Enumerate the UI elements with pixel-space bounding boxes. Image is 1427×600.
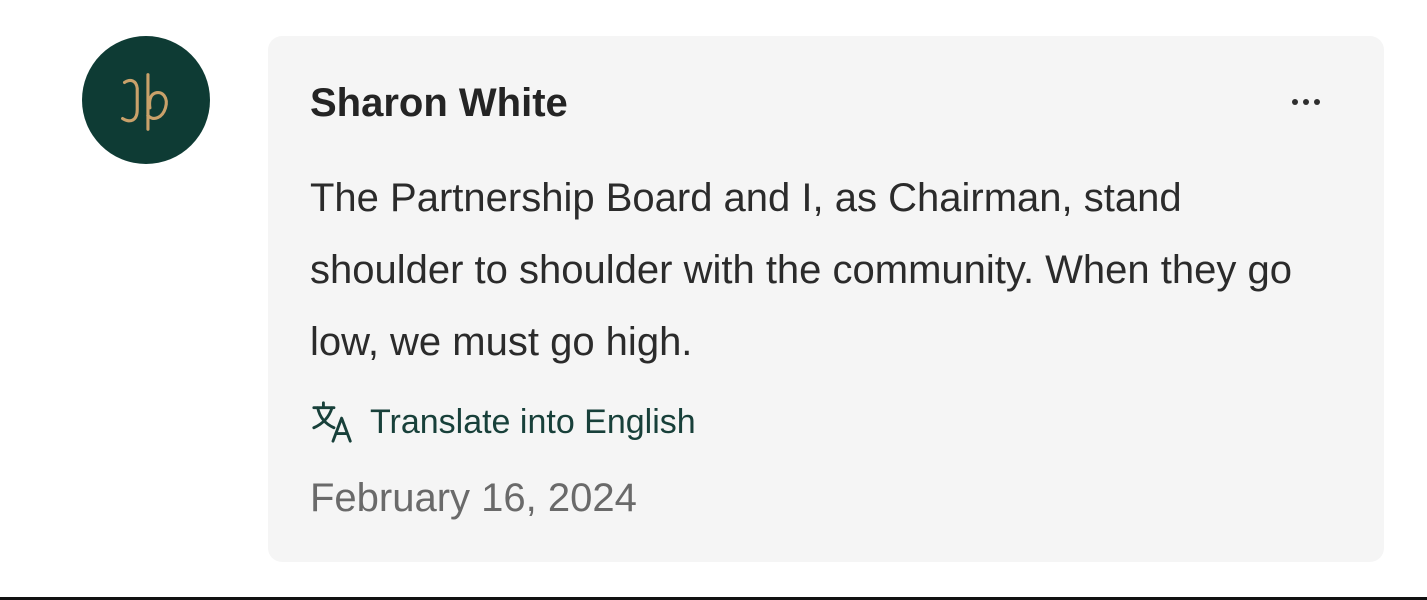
comment-date: February 16, 2024 xyxy=(310,476,637,520)
translate-label: Translate into English xyxy=(370,403,696,441)
comment-view: Sharon White The Partnership Board and I… xyxy=(0,0,1427,600)
comment-text: The Partnership Board and I, as Chairman… xyxy=(310,176,1292,364)
comment-card: Sharon White The Partnership Board and I… xyxy=(268,36,1384,562)
more-options-button[interactable] xyxy=(1286,92,1326,112)
translate-icon xyxy=(312,401,352,443)
translate-link[interactable]: Translate into English xyxy=(310,399,696,445)
jlp-logo-icon xyxy=(121,73,168,131)
more-horizontal-icon xyxy=(1292,99,1320,105)
avatar[interactable] xyxy=(82,36,210,164)
author-name: Sharon White xyxy=(310,81,568,125)
